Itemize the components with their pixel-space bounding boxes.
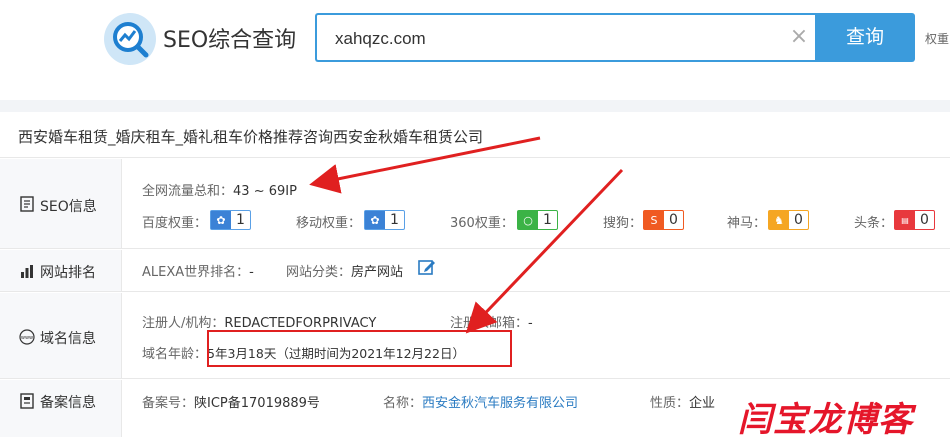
search-button[interactable]: 查询: [815, 13, 915, 62]
site-title-row: 西安婚车租赁_婚庆租车_婚礼租车价格推荐咨询西安金秋婚车租赁公司: [0, 112, 950, 158]
shenma-icon: ♞: [769, 211, 789, 229]
seo-logo-icon: [104, 13, 156, 65]
traffic-total: 全网流量总和：43 ~ 69IP: [142, 184, 297, 199]
toutiao-icon: ▤: [895, 211, 915, 229]
baidu-weight-badge[interactable]: ✿ 1: [210, 210, 251, 230]
bar-chart-icon: [21, 265, 33, 278]
shenma-weight-label: 神马：: [727, 216, 767, 231]
edit-icon[interactable]: [418, 258, 436, 276]
icp-name: 名称：西安金秋汽车服务有限公司: [383, 396, 579, 411]
icp-number: 备案号：陕ICP备17019889号: [142, 396, 320, 411]
360-weight-label: 360权重：: [450, 216, 514, 231]
site-category: 网站分类：房产网站: [286, 265, 404, 280]
icp-company-link[interactable]: 西安金秋汽车服务有限公司: [422, 396, 578, 411]
svg-text:www: www: [21, 335, 33, 341]
highlight-box: [207, 330, 512, 367]
sogou-icon: S: [644, 211, 664, 229]
watermark-logo: 闫宝龙博客: [738, 400, 913, 437]
document-icon: [20, 196, 34, 212]
icp-nature: 性质：企业: [650, 396, 716, 411]
divider-band: [0, 100, 950, 112]
baidu-paw-icon: ✿: [211, 211, 231, 229]
mobile-weight-badge[interactable]: ✿ 1: [364, 210, 405, 230]
brand-title: SEO综合查询: [163, 28, 297, 53]
domain-info-label: 域名信息: [40, 331, 96, 347]
weight-link[interactable]: 权重: [925, 30, 949, 47]
shenma-weight-badge[interactable]: ♞ 0: [768, 210, 809, 230]
header: SEO综合查询 × 查询 权重: [0, 0, 950, 100]
registrant: 注册人/机构：REDACTEDFORPRIVACY: [142, 316, 377, 331]
site-title: 西安婚车租赁_婚庆租车_婚礼租车价格推荐咨询西安金秋婚车租赁公司: [18, 128, 484, 146]
360-weight-badge[interactable]: ○ 1: [517, 210, 558, 230]
record-icon: [20, 393, 34, 409]
search-input[interactable]: [335, 27, 765, 51]
mobile-paw-icon: ✿: [365, 211, 385, 229]
traffic-value: 43 ~ 69IP: [233, 184, 297, 199]
www-globe-icon: www: [19, 329, 35, 345]
360-icon: ○: [518, 211, 538, 229]
clear-icon[interactable]: ×: [787, 25, 811, 49]
toutiao-weight-badge[interactable]: ▤ 0: [894, 210, 935, 230]
registrant-email: 注册人邮箱：-: [450, 316, 533, 331]
baidu-weight-label: 百度权重：: [142, 216, 208, 231]
icp-info-label: 备案信息: [40, 395, 96, 411]
site-rank-label: 网站排名: [40, 265, 96, 281]
site-rank-row: 网站排名 ALEXA世界排名：- 网站分类：房产网站: [0, 250, 950, 292]
seo-info-label: SEO信息: [40, 199, 97, 215]
mobile-weight-label: 移动权重：: [296, 216, 362, 231]
sogou-weight-badge[interactable]: S0: [643, 210, 684, 230]
alexa-rank: ALEXA世界排名：-: [142, 265, 254, 280]
search-box: ×: [315, 13, 815, 62]
seo-info-row: SEO信息 全网流量总和：43 ~ 69IP 百度权重： ✿ 1 移动权重： ✿ 1…: [0, 159, 950, 249]
sogou-weight-label: 搜狗：: [603, 216, 643, 231]
toutiao-weight-label: 头条：: [854, 216, 894, 231]
